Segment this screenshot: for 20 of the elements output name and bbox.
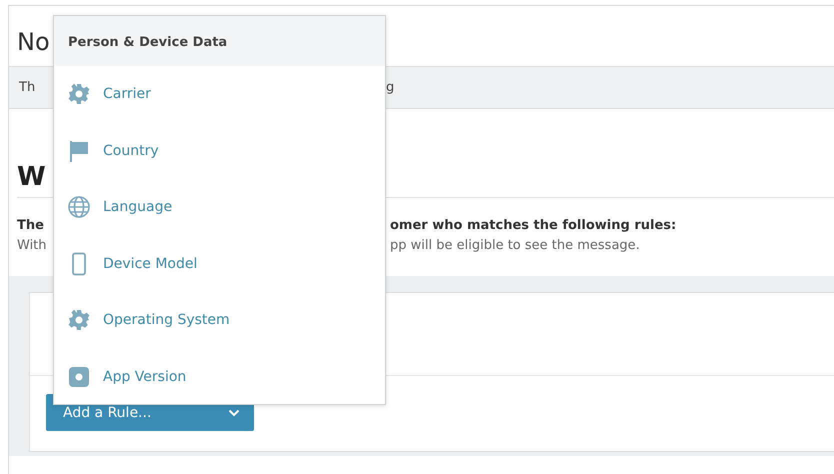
rules-text: omer who matches the following rules: — [390, 217, 676, 235]
menu-item[interactable]: Language — [54, 179, 385, 236]
gear-icon — [67, 308, 91, 332]
rules-text: The — [17, 217, 45, 235]
flag-icon — [67, 138, 91, 163]
globe-icon — [67, 195, 91, 220]
menu-item[interactable]: Country — [54, 122, 385, 179]
info-text: Th — [18, 80, 36, 95]
menu-header: Person & Device Data — [54, 16, 385, 66]
menu-item[interactable]: Carrier — [54, 66, 385, 122]
page-title: No — [17, 28, 50, 56]
caret-icon — [228, 408, 240, 416]
info-text: g — [386, 80, 394, 95]
menu-item[interactable]: Operating System — [54, 292, 385, 348]
app-icon — [67, 364, 91, 389]
menu-item[interactable]: Device Model — [54, 236, 385, 292]
note-text: With — [17, 237, 48, 255]
section-heading: W — [17, 162, 46, 192]
note-text: pp will be eligible to see the message. — [390, 237, 640, 255]
gear-icon — [67, 82, 91, 106]
